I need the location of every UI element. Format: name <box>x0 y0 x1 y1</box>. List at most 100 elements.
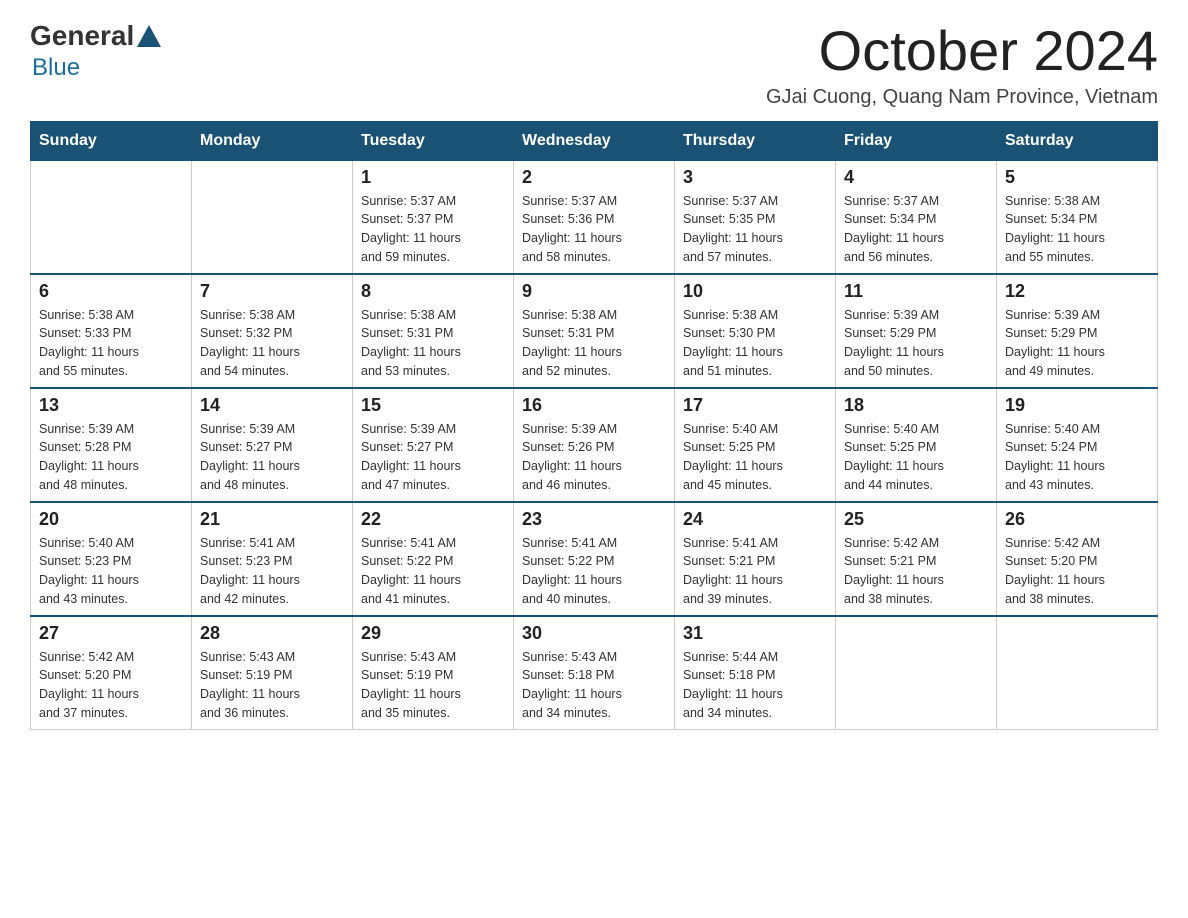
day-number: 5 <box>1005 167 1149 188</box>
title-area: October 2024 GJai Cuong, Quang Nam Provi… <box>766 20 1158 109</box>
day-info: Sunrise: 5:38 AMSunset: 5:31 PMDaylight:… <box>522 306 666 381</box>
calendar-cell: 29 Sunrise: 5:43 AMSunset: 5:19 PMDayligh… <box>353 616 514 730</box>
day-info: Sunrise: 5:38 AMSunset: 5:30 PMDaylight:… <box>683 306 827 381</box>
column-header-friday: Friday <box>836 121 997 160</box>
day-info: Sunrise: 5:40 AMSunset: 5:24 PMDaylight:… <box>1005 420 1149 495</box>
column-header-wednesday: Wednesday <box>514 121 675 160</box>
calendar-cell: 13 Sunrise: 5:39 AMSunset: 5:28 PMDayligh… <box>31 388 192 502</box>
day-number: 30 <box>522 623 666 644</box>
day-number: 1 <box>361 167 505 188</box>
calendar-week-row: 1 Sunrise: 5:37 AMSunset: 5:37 PMDaylight… <box>31 160 1158 274</box>
calendar-cell: 20Sunrise: 5:40 AMSunset: 5:23 PMDayligh… <box>31 502 192 616</box>
day-number: 18 <box>844 395 988 416</box>
day-info: Sunrise: 5:38 AMSunset: 5:32 PMDaylight:… <box>200 306 344 381</box>
day-number: 25 <box>844 509 988 530</box>
location-subtitle: GJai Cuong, Quang Nam Province, Vietnam <box>766 86 1158 109</box>
day-info: Sunrise: 5:40 AMSunset: 5:23 PMDaylight:… <box>39 534 183 609</box>
day-info: Sunrise: 5:38 AMSunset: 5:33 PMDaylight:… <box>39 306 183 381</box>
day-info: Sunrise: 5:41 AMSunset: 5:22 PMDaylight:… <box>522 534 666 609</box>
day-number: 4 <box>844 167 988 188</box>
calendar-cell: 27 Sunrise: 5:42 AMSunset: 5:20 PMDayligh… <box>31 616 192 730</box>
calendar-cell: 31 Sunrise: 5:44 AMSunset: 5:18 PMDayligh… <box>675 616 836 730</box>
day-info: Sunrise: 5:42 AMSunset: 5:20 PMDaylight:… <box>39 648 183 723</box>
day-number: 23 <box>522 509 666 530</box>
calendar-cell <box>31 160 192 274</box>
day-number: 7 <box>200 281 344 302</box>
calendar-week-row: 27 Sunrise: 5:42 AMSunset: 5:20 PMDayligh… <box>31 616 1158 730</box>
day-number: 6 <box>39 281 183 302</box>
calendar-cell: 28 Sunrise: 5:43 AMSunset: 5:19 PMDayligh… <box>192 616 353 730</box>
day-info: Sunrise: 5:41 AMSunset: 5:21 PMDaylight:… <box>683 534 827 609</box>
day-info: Sunrise: 5:39 AMSunset: 5:28 PMDaylight:… <box>39 420 183 495</box>
calendar-week-row: 13 Sunrise: 5:39 AMSunset: 5:28 PMDayligh… <box>31 388 1158 502</box>
column-header-tuesday: Tuesday <box>353 121 514 160</box>
day-info: Sunrise: 5:41 AMSunset: 5:22 PMDaylight:… <box>361 534 505 609</box>
logo-general-text: General <box>30 20 134 52</box>
day-info: Sunrise: 5:37 AMSunset: 5:35 PMDaylight:… <box>683 192 827 267</box>
day-info: Sunrise: 5:43 AMSunset: 5:19 PMDaylight:… <box>200 648 344 723</box>
calendar-cell: 8 Sunrise: 5:38 AMSunset: 5:31 PMDaylight… <box>353 274 514 388</box>
day-number: 9 <box>522 281 666 302</box>
calendar-cell: 16Sunrise: 5:39 AMSunset: 5:26 PMDayligh… <box>514 388 675 502</box>
day-info: Sunrise: 5:39 AMSunset: 5:27 PMDaylight:… <box>361 420 505 495</box>
day-number: 2 <box>522 167 666 188</box>
day-info: Sunrise: 5:43 AMSunset: 5:18 PMDaylight:… <box>522 648 666 723</box>
logo-blue-text: Blue <box>32 54 80 82</box>
day-info: Sunrise: 5:40 AMSunset: 5:25 PMDaylight:… <box>844 420 988 495</box>
day-info: Sunrise: 5:39 AMSunset: 5:27 PMDaylight:… <box>200 420 344 495</box>
page-header: General Blue October 2024 GJai Cuong, Qu… <box>30 20 1158 109</box>
column-header-saturday: Saturday <box>997 121 1158 160</box>
calendar-cell: 10Sunrise: 5:38 AMSunset: 5:30 PMDayligh… <box>675 274 836 388</box>
column-header-thursday: Thursday <box>675 121 836 160</box>
day-number: 3 <box>683 167 827 188</box>
column-header-monday: Monday <box>192 121 353 160</box>
calendar-week-row: 20Sunrise: 5:40 AMSunset: 5:23 PMDayligh… <box>31 502 1158 616</box>
calendar-cell: 21 Sunrise: 5:41 AMSunset: 5:23 PMDayligh… <box>192 502 353 616</box>
calendar-cell: 30 Sunrise: 5:43 AMSunset: 5:18 PMDayligh… <box>514 616 675 730</box>
calendar-cell: 6 Sunrise: 5:38 AMSunset: 5:33 PMDaylight… <box>31 274 192 388</box>
day-number: 26 <box>1005 509 1149 530</box>
calendar-table: SundayMondayTuesdayWednesdayThursdayFrid… <box>30 121 1158 730</box>
day-info: Sunrise: 5:43 AMSunset: 5:19 PMDaylight:… <box>361 648 505 723</box>
day-info: Sunrise: 5:38 AMSunset: 5:31 PMDaylight:… <box>361 306 505 381</box>
calendar-cell: 1 Sunrise: 5:37 AMSunset: 5:37 PMDaylight… <box>353 160 514 274</box>
day-info: Sunrise: 5:39 AMSunset: 5:29 PMDaylight:… <box>844 306 988 381</box>
day-number: 31 <box>683 623 827 644</box>
day-number: 19 <box>1005 395 1149 416</box>
day-info: Sunrise: 5:42 AMSunset: 5:21 PMDaylight:… <box>844 534 988 609</box>
calendar-cell: 2 Sunrise: 5:37 AMSunset: 5:36 PMDaylight… <box>514 160 675 274</box>
page-title: October 2024 <box>766 20 1158 82</box>
calendar-cell <box>192 160 353 274</box>
calendar-cell: 3 Sunrise: 5:37 AMSunset: 5:35 PMDaylight… <box>675 160 836 274</box>
day-number: 27 <box>39 623 183 644</box>
calendar-cell: 25 Sunrise: 5:42 AMSunset: 5:21 PMDayligh… <box>836 502 997 616</box>
calendar-cell: 7 Sunrise: 5:38 AMSunset: 5:32 PMDaylight… <box>192 274 353 388</box>
day-number: 21 <box>200 509 344 530</box>
day-number: 8 <box>361 281 505 302</box>
calendar-cell: 22 Sunrise: 5:41 AMSunset: 5:22 PMDayligh… <box>353 502 514 616</box>
day-number: 11 <box>844 281 988 302</box>
day-info: Sunrise: 5:42 AMSunset: 5:20 PMDaylight:… <box>1005 534 1149 609</box>
day-number: 28 <box>200 623 344 644</box>
day-info: Sunrise: 5:39 AMSunset: 5:29 PMDaylight:… <box>1005 306 1149 381</box>
calendar-cell: 5Sunrise: 5:38 AMSunset: 5:34 PMDaylight… <box>997 160 1158 274</box>
calendar-cell: 19 Sunrise: 5:40 AMSunset: 5:24 PMDayligh… <box>997 388 1158 502</box>
calendar-cell: 4Sunrise: 5:37 AMSunset: 5:34 PMDaylight… <box>836 160 997 274</box>
calendar-week-row: 6 Sunrise: 5:38 AMSunset: 5:33 PMDaylight… <box>31 274 1158 388</box>
day-info: Sunrise: 5:41 AMSunset: 5:23 PMDaylight:… <box>200 534 344 609</box>
calendar-cell: 17Sunrise: 5:40 AMSunset: 5:25 PMDayligh… <box>675 388 836 502</box>
calendar-cell <box>997 616 1158 730</box>
calendar-cell: 26 Sunrise: 5:42 AMSunset: 5:20 PMDayligh… <box>997 502 1158 616</box>
day-info: Sunrise: 5:44 AMSunset: 5:18 PMDaylight:… <box>683 648 827 723</box>
column-header-sunday: Sunday <box>31 121 192 160</box>
calendar-cell: 15Sunrise: 5:39 AMSunset: 5:27 PMDayligh… <box>353 388 514 502</box>
day-number: 17 <box>683 395 827 416</box>
day-number: 14 <box>200 395 344 416</box>
day-number: 29 <box>361 623 505 644</box>
day-number: 13 <box>39 395 183 416</box>
calendar-cell: 9 Sunrise: 5:38 AMSunset: 5:31 PMDaylight… <box>514 274 675 388</box>
calendar-cell: 12Sunrise: 5:39 AMSunset: 5:29 PMDayligh… <box>997 274 1158 388</box>
day-number: 22 <box>361 509 505 530</box>
day-info: Sunrise: 5:37 AMSunset: 5:37 PMDaylight:… <box>361 192 505 267</box>
day-info: Sunrise: 5:37 AMSunset: 5:36 PMDaylight:… <box>522 192 666 267</box>
